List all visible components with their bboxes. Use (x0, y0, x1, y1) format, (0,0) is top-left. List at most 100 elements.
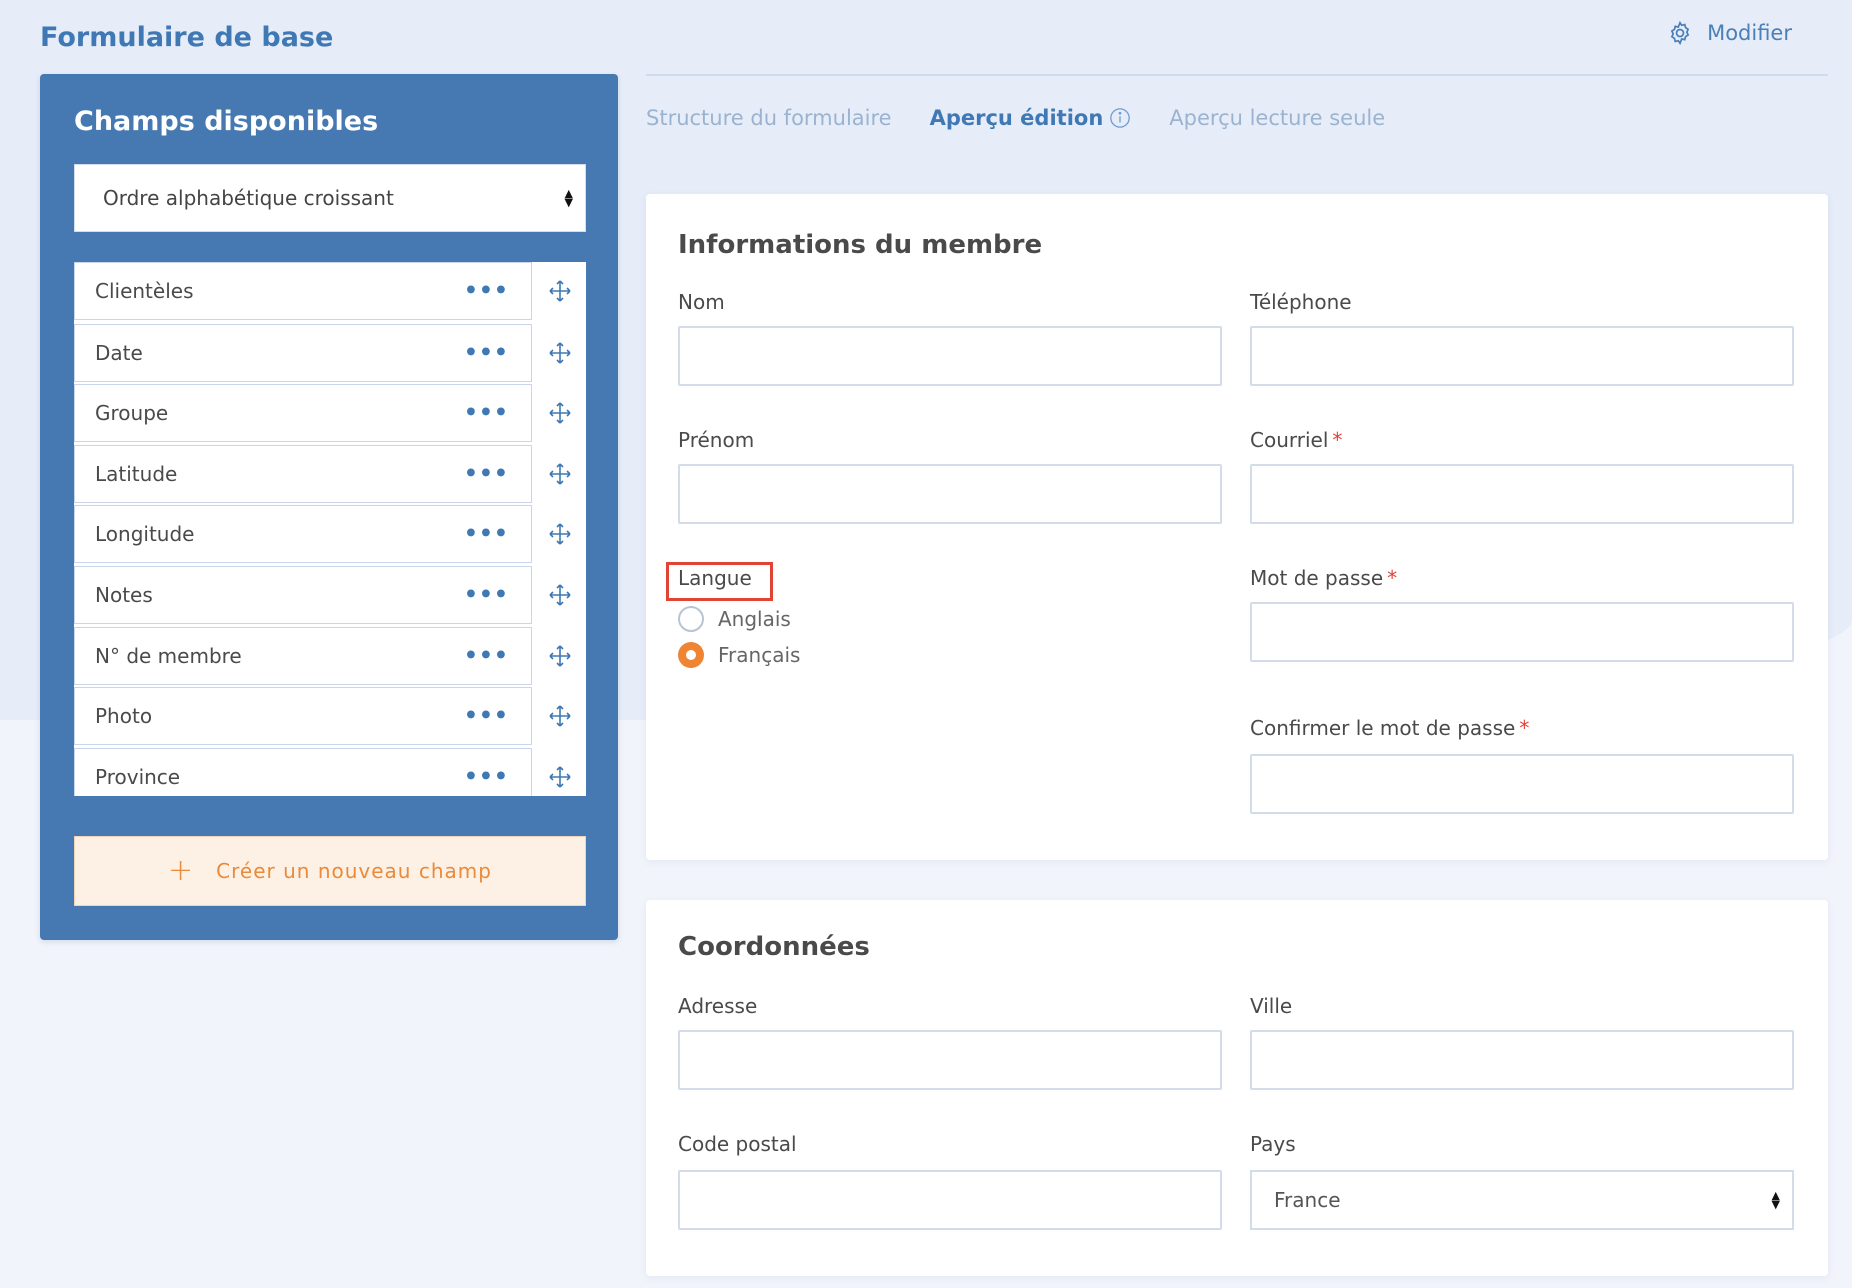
telephone-label: Téléphone (1250, 290, 1352, 314)
pays-label: Pays (1250, 1132, 1296, 1156)
courriel-input[interactable] (1250, 464, 1794, 524)
field-item-box[interactable]: Longitude ••• (74, 505, 532, 563)
field-item-box[interactable]: Province ••• (74, 748, 532, 796)
coordinates-card: Coordonnées Adresse Ville Code postal Pa… (646, 900, 1828, 1276)
drag-handle-icon[interactable] (548, 583, 572, 607)
field-item-box[interactable]: Clientèles ••• (74, 262, 532, 320)
field-item-label: Province (95, 765, 181, 789)
field-item-label: Latitude (95, 462, 178, 486)
drag-handle-icon[interactable] (548, 644, 572, 668)
modify-button[interactable]: Modifier (1667, 20, 1792, 46)
ville-label: Ville (1250, 994, 1293, 1018)
more-options-icon[interactable]: ••• (464, 401, 509, 426)
field-item[interactable]: Province ••• (74, 748, 586, 796)
header-divider (646, 74, 1828, 76)
more-options-icon[interactable]: ••• (464, 341, 509, 366)
field-item-label: N° de membre (95, 644, 242, 668)
confirm-password-label-text: Confirmer le mot de passe (1250, 716, 1516, 740)
password-label-text: Mot de passe (1250, 566, 1384, 590)
password-input[interactable] (1250, 602, 1794, 662)
field-item-box[interactable]: Latitude ••• (74, 445, 532, 503)
modify-label: Modifier (1707, 21, 1792, 45)
confirm-password-input[interactable] (1250, 754, 1794, 814)
plus-icon: + (168, 853, 195, 888)
adresse-input[interactable] (678, 1030, 1222, 1090)
drag-handle-icon[interactable] (548, 704, 572, 728)
panel-title: Champs disponibles (74, 106, 379, 137)
tab-edit-preview[interactable]: Aperçu édition (930, 106, 1132, 130)
drag-handle-icon[interactable] (548, 765, 572, 789)
drag-handle-icon[interactable] (548, 462, 572, 486)
confirm-password-label: Confirmer le mot de passe * (1250, 716, 1529, 740)
adresse-label: Adresse (678, 994, 758, 1018)
drag-handle-icon[interactable] (548, 279, 572, 303)
radio-anglais-label: Anglais (718, 607, 791, 631)
tab-readonly-preview[interactable]: Aperçu lecture seule (1169, 106, 1385, 130)
more-options-icon[interactable]: ••• (464, 522, 509, 547)
page-title: Formulaire de base (40, 22, 334, 53)
field-item[interactable]: Date ••• (74, 324, 586, 382)
required-marker: * (1332, 428, 1343, 452)
field-item-box[interactable]: N° de membre ••• (74, 627, 532, 685)
tab-edit-preview-label: Aperçu édition (929, 106, 1104, 130)
field-item-box[interactable]: Groupe ••• (74, 384, 532, 442)
ville-input[interactable] (1250, 1030, 1794, 1090)
tab-structure-label: Structure du formulaire (646, 106, 892, 130)
langue-label: Langue (678, 566, 752, 590)
more-options-icon[interactable]: ••• (464, 279, 509, 304)
field-item[interactable]: Clientèles ••• (74, 262, 586, 320)
field-item-label: Groupe (95, 401, 169, 425)
field-item-label: Longitude (95, 522, 195, 546)
sort-select[interactable]: Ordre alphabétique croissant ▲ ▼ (74, 164, 586, 232)
pays-select-value: France (1274, 1188, 1341, 1212)
field-item[interactable]: Photo ••• (74, 687, 586, 745)
tab-readonly-preview-label: Aperçu lecture seule (1169, 106, 1386, 130)
fields-list[interactable]: Clientèles ••• Date ••• Groupe ••• Latit… (74, 262, 586, 796)
available-fields-panel: Champs disponibles Ordre alphabétique cr… (40, 74, 618, 940)
drag-handle-icon[interactable] (548, 341, 572, 365)
field-item[interactable]: N° de membre ••• (74, 627, 586, 685)
member-section-title: Informations du membre (678, 230, 1043, 260)
pays-select[interactable]: France ▲ ▼ (1250, 1170, 1794, 1230)
more-options-icon[interactable]: ••• (464, 704, 509, 729)
drag-handle-icon[interactable] (548, 522, 572, 546)
field-item-box[interactable]: Date ••• (74, 324, 532, 382)
info-icon[interactable] (1109, 107, 1131, 129)
tab-structure[interactable]: Structure du formulaire (646, 106, 892, 130)
radio-anglais[interactable]: Anglais (678, 606, 791, 632)
field-item[interactable]: Notes ••• (74, 566, 586, 624)
field-item-label: Date (95, 341, 143, 365)
sort-select-value: Ordre alphabétique croissant (103, 186, 394, 210)
field-item-box[interactable]: Photo ••• (74, 687, 532, 745)
more-options-icon[interactable]: ••• (464, 583, 509, 608)
more-options-icon[interactable]: ••• (464, 462, 509, 487)
field-item[interactable]: Latitude ••• (74, 445, 586, 503)
select-arrows-icon: ▲ ▼ (1771, 1189, 1780, 1211)
coord-section-title: Coordonnées (678, 932, 870, 962)
telephone-input[interactable] (1250, 326, 1794, 386)
field-item-label: Clientèles (95, 279, 194, 303)
field-item-box[interactable]: Notes ••• (74, 566, 532, 624)
nom-label: Nom (678, 290, 725, 314)
create-field-button[interactable]: + Créer un nouveau champ (74, 836, 586, 906)
code-postal-input[interactable] (678, 1170, 1222, 1230)
more-options-icon[interactable]: ••• (464, 765, 509, 790)
drag-handle-icon[interactable] (548, 401, 572, 425)
radio-francais-label: Français (718, 643, 801, 667)
required-marker: * (1387, 566, 1398, 590)
view-tabs: Structure du formulaire Aperçu édition A… (646, 106, 1423, 130)
required-marker: * (1519, 716, 1530, 740)
prenom-label: Prénom (678, 428, 755, 452)
nom-input[interactable] (678, 326, 1222, 386)
gear-icon (1670, 20, 1690, 46)
member-info-card: Informations du membre Nom Téléphone Pré… (646, 194, 1828, 860)
radio-francais[interactable]: Français (678, 642, 800, 668)
prenom-input[interactable] (678, 464, 1222, 524)
field-item-label: Photo (95, 704, 153, 728)
field-item[interactable]: Longitude ••• (74, 505, 586, 563)
create-field-label: Créer un nouveau champ (216, 859, 492, 883)
password-label: Mot de passe * (1250, 566, 1397, 590)
field-item[interactable]: Groupe ••• (74, 384, 586, 442)
courriel-label-text: Courriel (1250, 428, 1329, 452)
more-options-icon[interactable]: ••• (464, 644, 509, 669)
